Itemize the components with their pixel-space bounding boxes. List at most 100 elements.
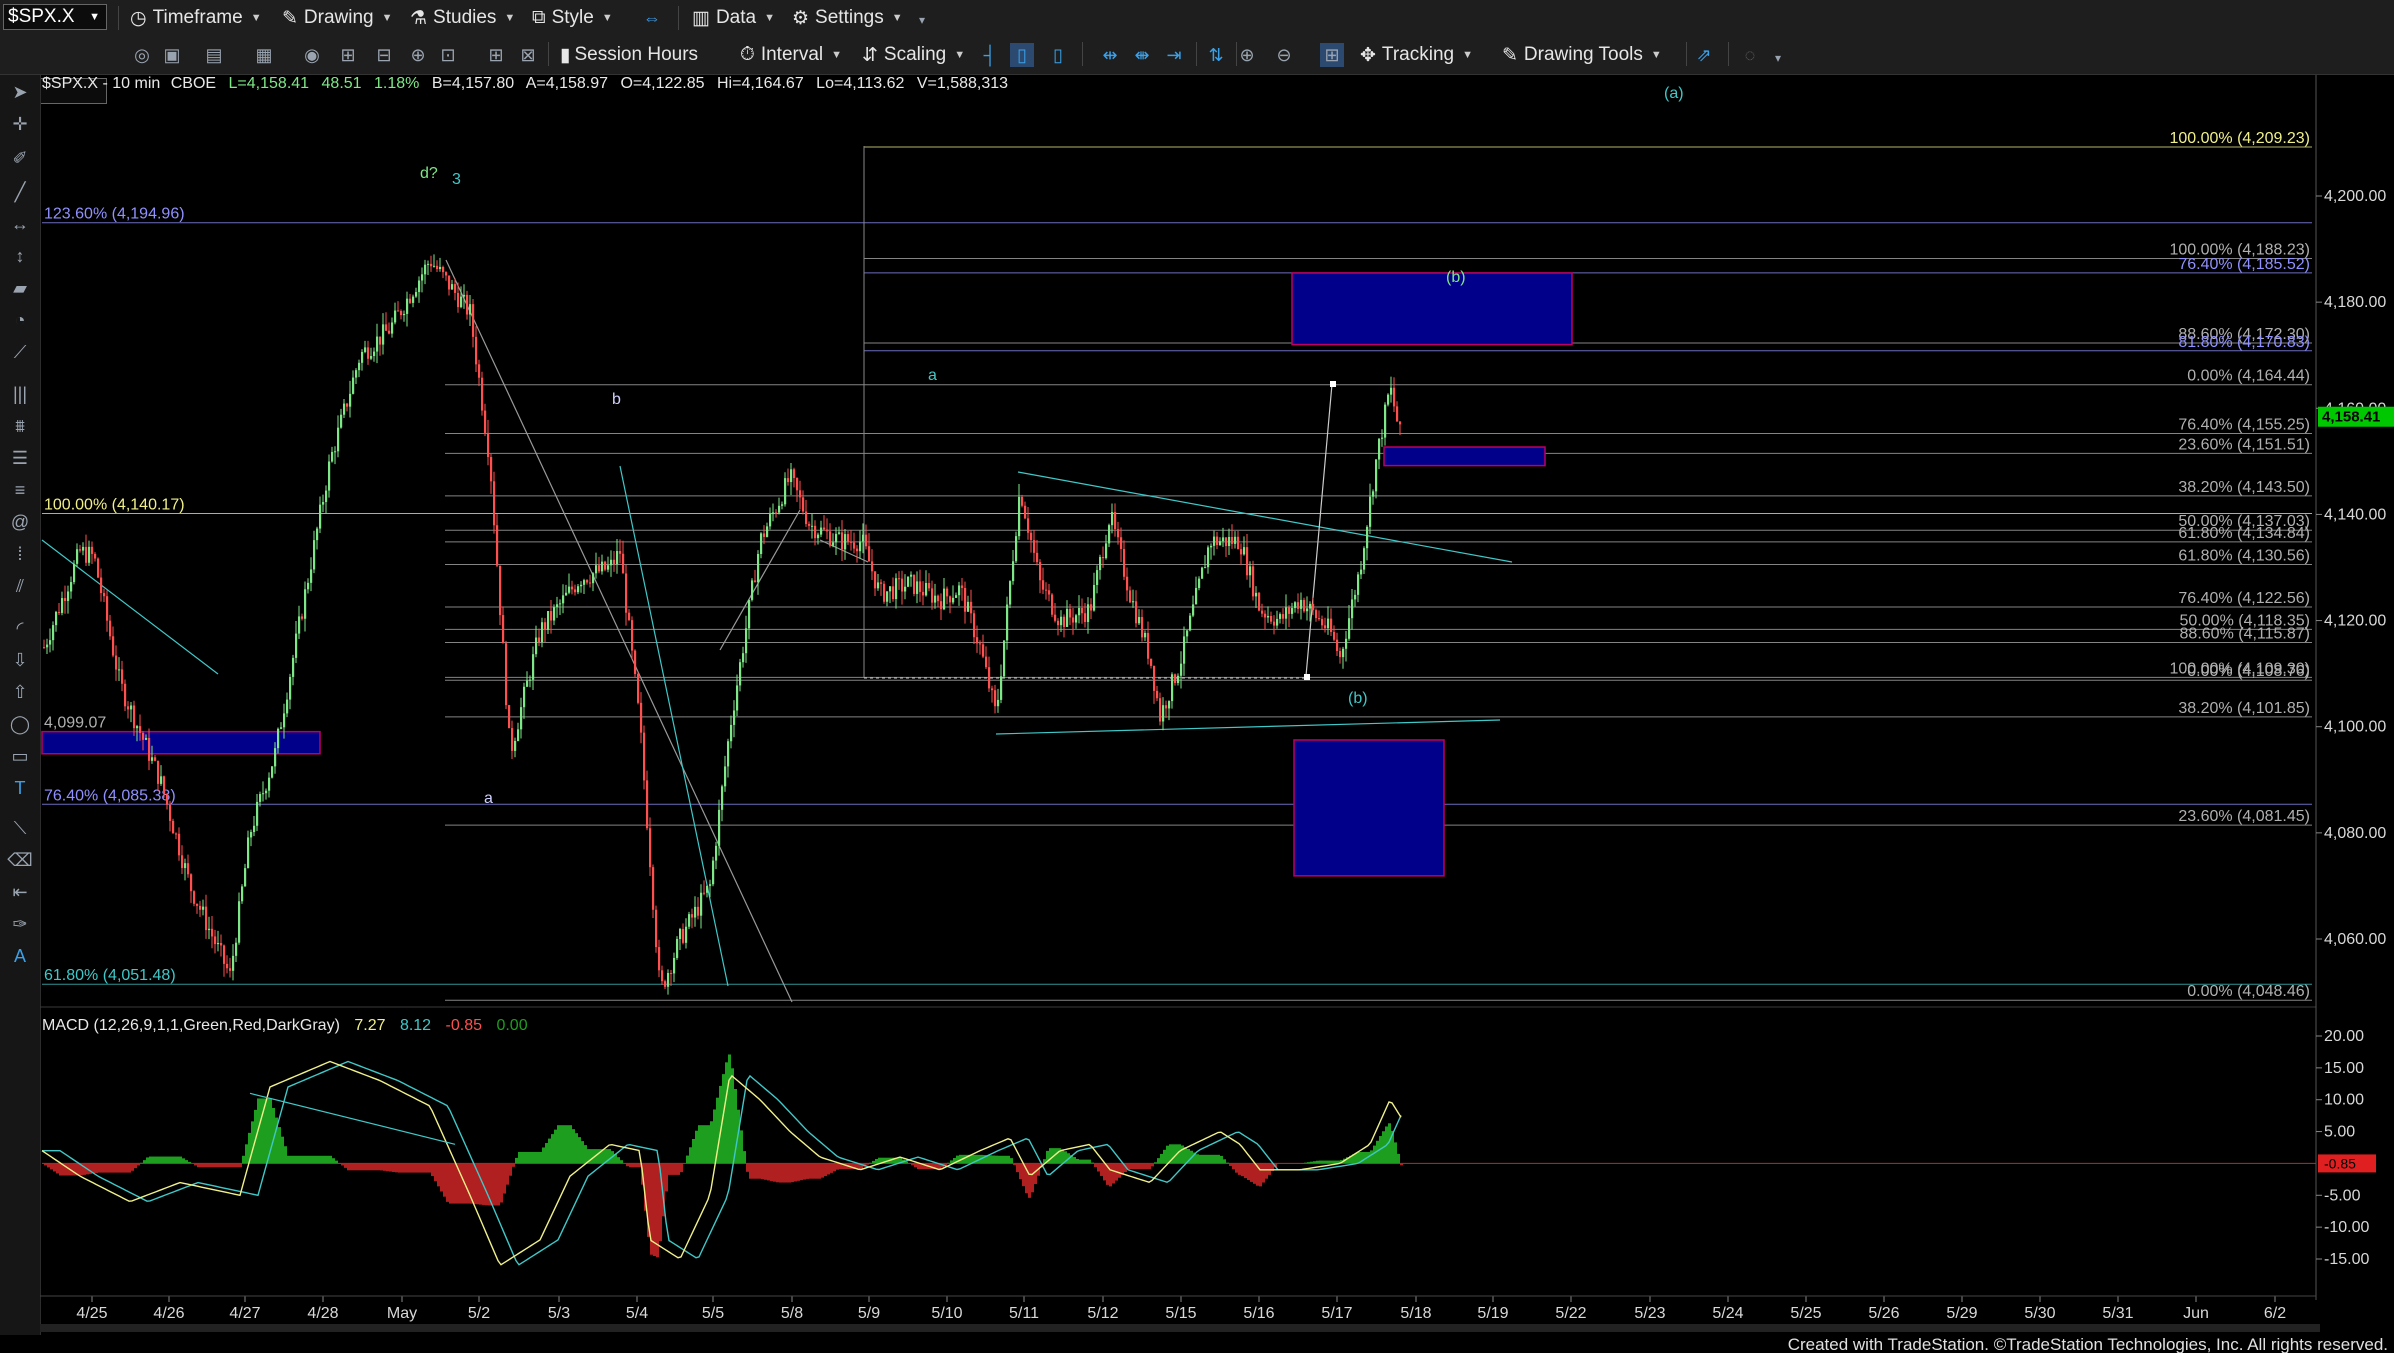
macd-histogram-bar — [554, 1129, 557, 1164]
candle-body — [1366, 526, 1369, 549]
time-tick-label: 5/8 — [781, 1305, 803, 1322]
candle-body — [598, 565, 601, 572]
candle-body — [1081, 608, 1084, 614]
macd-histogram-bar — [773, 1163, 776, 1182]
macd-histogram-bar — [1100, 1163, 1103, 1176]
macd-histogram-bar — [1262, 1163, 1265, 1183]
candle-body — [139, 726, 142, 733]
candle-body — [313, 540, 316, 570]
candle-body — [1144, 632, 1147, 638]
candle-body — [127, 706, 130, 710]
candle-body — [1096, 570, 1099, 585]
macd-histogram-bar — [785, 1163, 788, 1183]
macd-histogram-bar — [830, 1163, 833, 1173]
macd-histogram-bar — [323, 1155, 326, 1164]
macd-histogram-bar — [686, 1155, 689, 1164]
candle-body — [1027, 518, 1030, 533]
candle-body — [901, 578, 904, 592]
candle-body — [79, 549, 82, 551]
macd-histogram-bar — [1217, 1154, 1220, 1164]
candle-body — [1201, 567, 1204, 579]
left-level-label: 4,099.07 — [44, 715, 106, 732]
macd-histogram-bar — [122, 1163, 125, 1173]
candle-body — [451, 284, 454, 290]
macd-histogram-bar — [221, 1163, 224, 1168]
macd-histogram-bar — [1031, 1163, 1034, 1193]
header-change-pct: 1.18% — [374, 75, 419, 92]
time-tick-label: 5/26 — [1868, 1305, 1899, 1322]
candle-body — [1375, 459, 1378, 492]
wave-label: (b) — [1348, 690, 1368, 707]
macd-histogram-bar — [1220, 1155, 1223, 1164]
candle-body — [1021, 496, 1024, 506]
candle-body — [199, 905, 202, 910]
candle-body — [496, 525, 499, 566]
candle-body — [76, 549, 79, 564]
candle-body — [1240, 549, 1243, 555]
macd-histogram-bar — [1373, 1145, 1376, 1164]
macd-histogram-bar — [1229, 1163, 1232, 1166]
macd-histogram-bar — [404, 1163, 407, 1173]
macd-histogram-bar — [491, 1163, 494, 1206]
candle-body — [376, 336, 379, 352]
fib-level-label: 61.80% (4,134.84) — [2178, 525, 2310, 542]
candle-body — [196, 903, 199, 906]
candle-body — [535, 637, 538, 655]
time-tick-label: Jun — [2183, 1305, 2209, 1322]
macd-histogram-bar — [818, 1163, 821, 1179]
macd-histogram-bar — [368, 1163, 371, 1171]
macd-histogram-bar — [434, 1163, 437, 1182]
macd-histogram-bar — [809, 1163, 812, 1179]
macd-histogram-bar — [239, 1163, 242, 1168]
macd-histogram-bar — [266, 1098, 269, 1164]
candle-body — [1336, 639, 1339, 652]
candle-body — [1345, 638, 1348, 649]
candle-body — [1150, 658, 1153, 666]
candle-body — [1147, 632, 1150, 659]
candle-body — [850, 541, 853, 543]
macd-tick-label: 5.00 — [2324, 1124, 2355, 1141]
macd-histogram-bar — [542, 1147, 545, 1164]
macd-histogram-bar — [1076, 1158, 1079, 1164]
candle-body — [1084, 613, 1087, 623]
candle-body — [877, 582, 880, 589]
candle-body — [817, 534, 820, 539]
macd-histogram-bar — [533, 1151, 536, 1164]
macd-histogram-bar — [173, 1156, 176, 1164]
macd-histogram-bar — [668, 1163, 671, 1175]
macd-header: MACD (12,26,9,1,1,Green,Red,DarkGray) 7.… — [42, 1017, 528, 1034]
price-chart[interactable]: 100.00% (4,209.23)100.00% (4,188.23)76.4… — [0, 0, 2394, 1353]
candle-body — [1273, 621, 1276, 626]
candle-body — [472, 304, 475, 337]
candle-body — [793, 469, 796, 479]
fib-level-label: 76.40% (4,155.25) — [2178, 416, 2310, 433]
macd-histogram-bar — [1394, 1142, 1397, 1164]
macd-diff: -0.85 — [446, 1017, 483, 1034]
candle-body — [682, 928, 685, 943]
macd-histogram-bar — [572, 1129, 575, 1164]
candle-body — [667, 973, 670, 987]
macd-histogram-bar — [344, 1163, 347, 1168]
macd-histogram-bar — [1139, 1163, 1142, 1170]
macd-histogram-bar — [989, 1155, 992, 1164]
candle-body — [1300, 599, 1303, 609]
candle-body — [886, 591, 889, 602]
candle-body — [106, 596, 109, 621]
candle-body — [1237, 536, 1240, 550]
macd-histogram-bar — [1145, 1163, 1148, 1170]
header-high: Hi=4,164.67 — [717, 75, 804, 92]
macd-histogram-bar — [452, 1163, 455, 1204]
candle-body — [898, 578, 901, 580]
macd-histogram-bar — [1310, 1161, 1313, 1164]
candle-body — [1396, 406, 1399, 422]
macd-histogram-bar — [677, 1163, 680, 1175]
candle-body — [421, 274, 424, 281]
candle-body — [70, 582, 73, 592]
candle-body — [1243, 547, 1246, 555]
candle-body — [757, 553, 760, 583]
candle-body — [709, 884, 712, 886]
anchor-point — [1330, 381, 1336, 387]
wave-label: (a) — [1664, 85, 1684, 102]
macd-histogram-bar — [350, 1163, 353, 1171]
fib-level-label: 0.00% (4,164.44) — [2187, 368, 2310, 385]
